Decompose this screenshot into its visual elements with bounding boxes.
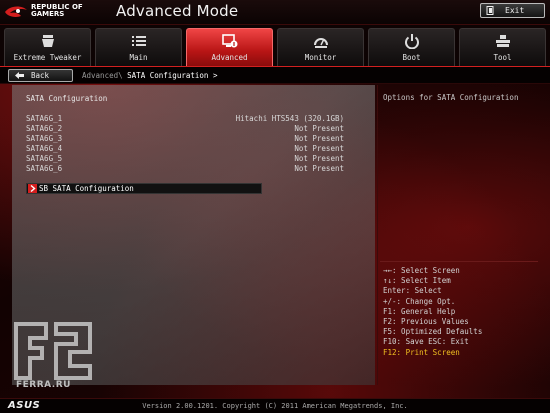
- sata-port-row: SATA6G_4 Not Present: [26, 144, 344, 154]
- exit-door-icon: [486, 6, 494, 15]
- tab-advanced[interactable]: Advanced: [186, 28, 273, 66]
- tab-label: Tool: [493, 53, 512, 62]
- sata-port-value: Not Present: [294, 144, 344, 153]
- shortcut-change-option: +/-: Change Opt.: [383, 296, 456, 306]
- rog-eye-icon: [5, 6, 27, 17]
- monitor-gauge-icon: [314, 38, 328, 48]
- shortcut-save-exit: F10: Save ESC: Exit: [383, 337, 469, 347]
- header-bar: REPUBLIC OF GAMERS Advanced Mode Exit: [0, 0, 550, 24]
- tab-monitor[interactable]: Monitor: [277, 28, 364, 66]
- shortcut-enter: Enter: Select: [383, 286, 442, 296]
- shortcut-previous-values: F2: Previous Values: [383, 317, 469, 327]
- logo-line2: GAMERS: [31, 10, 65, 18]
- sata-port-name: SATA6G_6: [26, 164, 63, 173]
- list-icon: [132, 36, 146, 46]
- bios-screen: REPUBLIC OF GAMERS Advanced Mode Exit Ex…: [0, 0, 550, 413]
- tab-main[interactable]: Main: [95, 28, 182, 66]
- mode-title: Advanced Mode: [116, 2, 239, 20]
- sb-sata-configuration-item[interactable]: SB SATA Configuration: [26, 183, 262, 194]
- sata-port-row: SATA6G_3 Not Present: [26, 134, 344, 144]
- tab-extreme-tweaker[interactable]: Extreme Tweaker: [4, 28, 91, 66]
- back-button[interactable]: Back: [8, 69, 73, 82]
- sata-port-value: Not Present: [294, 134, 344, 143]
- tab-boot[interactable]: Boot: [368, 28, 455, 66]
- help-description: Options for SATA Configuration: [383, 93, 519, 102]
- footer-bar: ASUS Version 2.00.1201. Copyright (C) 20…: [0, 398, 550, 413]
- breadcrumb: Advanced\ SATA Configuration >: [82, 71, 217, 80]
- tab-label: Extreme Tweaker: [13, 53, 82, 62]
- back-arrow-icon: [15, 72, 24, 79]
- tab-label: Advanced: [211, 53, 248, 62]
- sata-port-name: SATA6G_1: [26, 114, 63, 123]
- sata-port-value: Not Present: [294, 154, 344, 163]
- help-divider: [380, 261, 538, 262]
- shortcut-optimized-defaults: F5: Optimized Defaults: [383, 327, 483, 337]
- tab-label: Main: [129, 53, 148, 62]
- breadcrumb-parent[interactable]: Advanced\: [82, 71, 123, 80]
- navigation-bar: Back Advanced\ SATA Configuration >: [0, 66, 550, 84]
- tool-icon: [496, 35, 510, 47]
- advanced-chip-icon: [222, 34, 238, 48]
- shortcut-print-screen: F12: Print Screen: [383, 347, 460, 357]
- sata-port-value: Not Present: [294, 164, 344, 173]
- shortcut-list: →←: Select Screen ↑↓: Select Item Enter:…: [383, 266, 482, 358]
- version-copyright: Version 2.00.1201. Copyright (C) 2011 Am…: [142, 402, 408, 410]
- extreme-tweaker-icon: [42, 35, 54, 47]
- sata-port-name: SATA6G_3: [26, 134, 63, 143]
- sata-port-row: SATA6G_5 Not Present: [26, 154, 344, 164]
- shortcut-select-item: ↑↓: Select Item: [383, 276, 451, 286]
- tab-tool[interactable]: Tool: [459, 28, 546, 66]
- submenu-arrow-icon: [28, 184, 37, 193]
- exit-label: Exit: [505, 6, 525, 15]
- tab-label: Boot: [402, 53, 421, 62]
- sata-port-value: Hitachi HTS543 (320.1GB): [235, 114, 344, 123]
- breadcrumb-current: SATA Configuration >: [127, 71, 218, 80]
- section-title: SATA Configuration: [26, 94, 108, 103]
- sata-port-name: SATA6G_2: [26, 124, 63, 133]
- shortcut-select-screen: →←: Select Screen: [383, 266, 460, 275]
- power-icon: [405, 34, 419, 49]
- exit-button[interactable]: Exit: [480, 3, 545, 18]
- sata-port-name: SATA6G_4: [26, 144, 63, 153]
- tab-label: Monitor: [304, 53, 337, 62]
- shortcut-general-help: F1: General Help: [383, 306, 456, 316]
- tab-bar: Extreme Tweaker Main Advanced Monitor Bo…: [0, 24, 550, 66]
- back-label: Back: [31, 71, 50, 80]
- help-panel: Options for SATA Configuration →←: Selec…: [377, 85, 542, 385]
- sata-port-row: SATA6G_6 Not Present: [26, 164, 344, 174]
- sb-sata-configuration-label: SB SATA Configuration: [39, 184, 134, 193]
- sata-port-name: SATA6G_5: [26, 154, 63, 163]
- watermark-text: FERRA.RU: [16, 380, 71, 390]
- sata-port-row: SATA6G_1 Hitachi HTS543 (320.1GB): [26, 114, 344, 124]
- sata-port-row: SATA6G_2 Not Present: [26, 124, 344, 134]
- rog-logo: REPUBLIC OF GAMERS: [4, 2, 96, 22]
- sata-port-value: Not Present: [294, 124, 344, 133]
